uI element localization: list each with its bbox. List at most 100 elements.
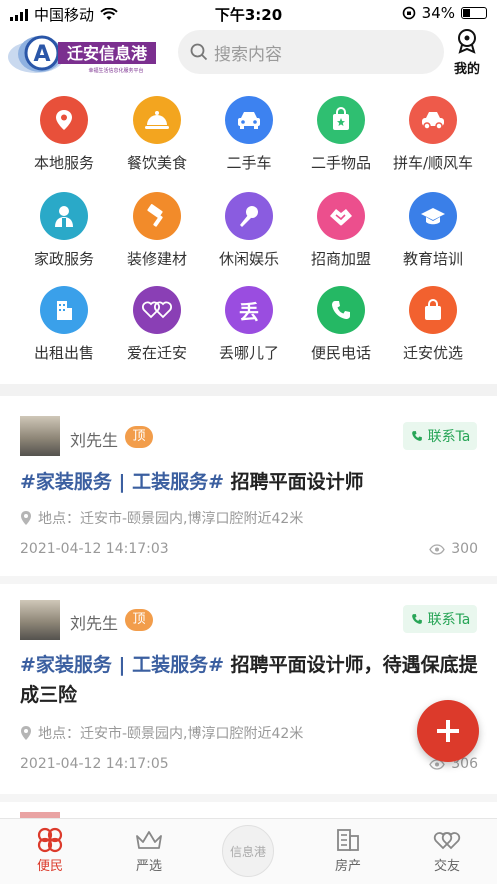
contact-label: 联系Ta (427, 612, 471, 628)
address-text: 地点：迁安市-颐景园内,博淳口腔附近42米 (38, 726, 304, 742)
category-entertainment[interactable]: 休闲娱乐 (203, 192, 295, 269)
category-renovation[interactable]: 装修建材 (111, 192, 203, 269)
category-label: 二手物品 (310, 154, 371, 172)
category-label: 家政服务 (33, 250, 94, 268)
post-title-text: 招聘平面设计师 (230, 471, 364, 493)
category-local-service[interactable]: 本地服务 (18, 96, 110, 173)
category-education[interactable]: 教育培训 (387, 192, 479, 269)
post-date: 2021-04-12 14:17:03 (20, 541, 169, 557)
bag-icon (317, 96, 365, 144)
avatar (20, 600, 60, 640)
category-label: 便民电话 (310, 344, 371, 362)
category-label: 迁安优选 (402, 344, 463, 362)
post-card[interactable]: 刘先生 顶 联系Ta #家装服务 | 工装服务# 招聘平面设计师 地点：迁安市-… (0, 396, 497, 576)
location-icon (21, 726, 31, 740)
battery-percent: 34% (421, 4, 455, 22)
phone-icon (411, 614, 422, 624)
category-used-car[interactable]: 二手车 (203, 96, 295, 173)
category-label: 装修建材 (126, 250, 187, 268)
category-label: 教育培训 (402, 250, 463, 268)
tab-label: 房产 (334, 859, 361, 874)
category-label: 休闲娱乐 (218, 250, 279, 268)
card-separator (0, 576, 497, 584)
hearts-icon (433, 832, 461, 850)
search-icon (190, 43, 208, 61)
tab-selection[interactable]: 严选 (119, 825, 179, 874)
category-label: 丢哪儿了 (218, 344, 279, 362)
microphone-icon (225, 192, 273, 240)
orientation-lock-icon (402, 6, 415, 20)
avatar (20, 416, 60, 456)
post-tags: #家装服务 | 工装服务# (20, 471, 225, 493)
contact-button[interactable]: 联系Ta (403, 422, 477, 450)
status-bar: 中国移动 下午3:20 34% (0, 0, 497, 26)
contact-button[interactable]: 联系Ta (403, 605, 477, 633)
search-placeholder: 搜索内容 (214, 44, 282, 65)
category-used-goods[interactable]: 二手物品 (295, 96, 387, 173)
category-carpool[interactable]: 拼车/顺风车 (387, 96, 479, 173)
search-input[interactable]: 搜索内容 (178, 30, 444, 74)
category-label: 出租出售 (33, 344, 94, 362)
post-tags: #家装服务 | 工装服务# (20, 654, 225, 676)
category-housekeeping[interactable]: 家政服务 (18, 192, 110, 269)
me-button[interactable]: 我的 (447, 28, 487, 77)
category-love-qianan[interactable]: 爱在迁安 (111, 286, 203, 363)
lost-icon: 丢 (225, 286, 273, 334)
user-icon (458, 29, 476, 54)
post-title[interactable]: #家装服务 | 工装服务# 招聘平面设计师 (20, 467, 480, 497)
category-label: 二手车 (226, 154, 272, 172)
category-lost-found[interactable]: 丢 丢哪儿了 (203, 286, 295, 363)
views-count: 300 (429, 541, 478, 557)
section-divider (0, 384, 497, 396)
svg-text:迁安信息港: 迁安信息港 (67, 44, 148, 63)
brush-icon (133, 192, 181, 240)
category-label: 餐饮美食 (126, 154, 187, 172)
bottom-tab-bar: 便民 严选 信息港 房产 交友 (0, 818, 497, 884)
post-address: 地点：迁安市-颐景园内,博淳口腔附近42米 (20, 508, 303, 528)
shopping-bag-icon (409, 286, 457, 334)
svg-text:幸福生活信息化服务平台: 幸福生活信息化服务平台 (88, 67, 143, 74)
address-text: 地点：迁安市-颐景园内,博淳口腔附近42米 (38, 511, 304, 527)
crown-icon (136, 831, 162, 849)
add-post-button[interactable] (417, 700, 479, 762)
location-icon (40, 96, 88, 144)
info-port-button[interactable]: 信息港 (222, 825, 274, 877)
category-label: 拼车/顺风车 (392, 154, 474, 172)
carpool-icon (409, 96, 457, 144)
center-label: 信息港 (229, 844, 266, 859)
building-icon (337, 829, 359, 851)
category-hotline[interactable]: 便民电话 (295, 286, 387, 363)
community-icon (37, 827, 63, 853)
tab-friends[interactable]: 交友 (417, 825, 477, 874)
location-icon (21, 511, 31, 525)
post-card-partial[interactable] (0, 802, 497, 818)
handshake-icon (317, 192, 365, 240)
post-meta: 2021-04-12 14:17:05 306 (20, 756, 478, 772)
category-food[interactable]: 餐饮美食 (111, 96, 203, 173)
me-label: 我的 (453, 62, 480, 77)
worker-icon (40, 192, 88, 240)
pinned-badge: 顶 (125, 426, 153, 448)
battery-icon (461, 7, 487, 19)
tab-real-estate[interactable]: 房产 (318, 825, 378, 874)
category-rent-sale[interactable]: 出租出售 (18, 286, 110, 363)
post-username: 刘先生 (70, 614, 119, 633)
plus-icon (437, 720, 459, 742)
tab-label: 便民 (36, 859, 63, 874)
category-franchise[interactable]: 招商加盟 (295, 192, 387, 269)
category-qianan-select[interactable]: 迁安优选 (387, 286, 479, 363)
eye-icon (429, 543, 446, 555)
tab-label: 交友 (433, 859, 460, 874)
dish-icon (133, 96, 181, 144)
car-icon (225, 96, 273, 144)
post-card[interactable]: 刘先生 顶 联系Ta #家装服务 | 工装服务# 招聘平面设计师，待遇保底提成三… (0, 584, 497, 794)
hearts-icon (133, 286, 181, 334)
post-title[interactable]: #家装服务 | 工装服务# 招聘平面设计师，待遇保底提成三险 (20, 650, 480, 710)
phone-icon (317, 286, 365, 334)
tab-community[interactable]: 便民 (20, 825, 80, 874)
phone-icon (411, 431, 422, 441)
svg-text:A: A (33, 42, 50, 67)
app-logo[interactable]: A 迁安信息港 幸福生活信息化服务平台 (6, 32, 158, 78)
post-address: 地点：迁安市-颐景园内,博淳口腔附近42米 (20, 723, 303, 743)
contact-label: 联系Ta (427, 429, 471, 445)
